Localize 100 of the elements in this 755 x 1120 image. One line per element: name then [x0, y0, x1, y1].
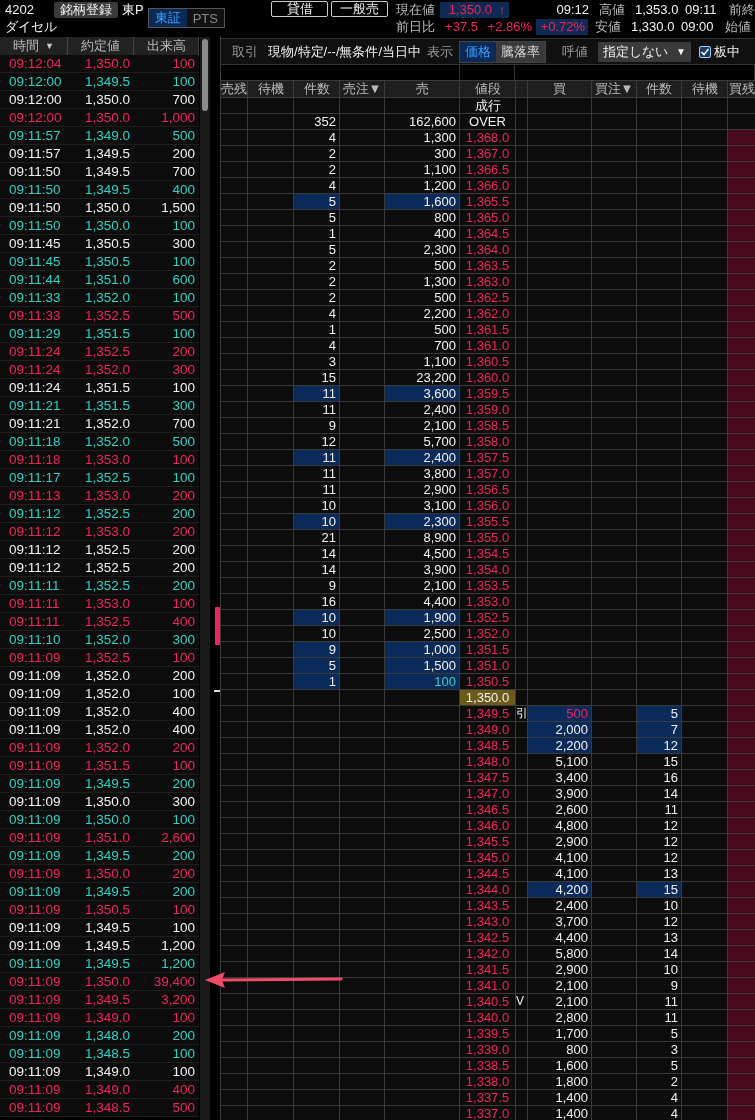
table-cell-text: 09:11:09	[8, 686, 62, 701]
table-cell-text: 1,350.0	[83, 110, 131, 125]
column-header[interactable]: 出来高	[146, 37, 186, 55]
table-cell-text: 100	[171, 380, 196, 395]
shade-cell	[728, 754, 755, 770]
table-cell-text: 200	[171, 740, 196, 755]
table-cell-text: 200	[171, 506, 196, 521]
shade-cell	[728, 1026, 755, 1042]
column-header[interactable]: 約定値	[81, 37, 120, 55]
table-cell-text: 09:12:00	[8, 110, 63, 125]
shade-cell	[728, 178, 755, 194]
shade-cell	[728, 866, 755, 882]
table-cell-text: 200	[171, 542, 196, 557]
market-tab[interactable]: 東証	[148, 9, 187, 27]
table-cell-text: 100	[171, 326, 196, 341]
table-cell-text: 100	[171, 902, 196, 917]
order-button[interactable]: 貸借	[271, 1, 328, 17]
high-time: 09:11	[685, 1, 718, 18]
shade-cell	[728, 386, 755, 402]
stock-name: ダイセル	[4, 18, 57, 35]
table-cell-text: 1,352.0	[83, 704, 131, 719]
register-button[interactable]: 銘柄登録	[54, 1, 118, 18]
column-header[interactable]: 時間	[13, 37, 40, 55]
table-cell-text: 1,352.0	[83, 740, 131, 755]
table-cell-text: 09:11:17	[8, 470, 62, 485]
checkbox-label[interactable]: 板中	[714, 43, 740, 60]
table-cell-text: 100	[171, 254, 196, 269]
table-cell-text: 1,351.0	[83, 272, 131, 287]
table-cell-text: 1,353.0	[83, 488, 131, 503]
table-cell-text: 200	[171, 146, 196, 161]
table-cell-text: 200	[171, 866, 196, 881]
quote-label: 高値	[599, 1, 626, 18]
table-cell-text: 400	[171, 614, 196, 629]
table-cell-text: 09:11:18	[8, 434, 62, 449]
table-cell: 2,000	[528, 722, 592, 738]
shade-cell	[728, 690, 755, 706]
tick-select[interactable]: 指定しない ▼	[598, 41, 691, 62]
shade-cell	[728, 642, 755, 658]
table-cell-text: 09:11:24	[8, 380, 62, 395]
shade-cell	[728, 466, 755, 482]
table-cell-text: 700	[171, 416, 196, 431]
caret-icon[interactable]: ▼	[676, 46, 686, 57]
table-cell-text: 200	[171, 848, 196, 863]
center-checkbox[interactable]	[699, 45, 711, 58]
table-cell-text: 500	[171, 308, 196, 323]
table-cell-text: 200	[171, 344, 196, 359]
table-cell-text: 300	[171, 794, 196, 809]
display-tab[interactable]: 騰落率	[496, 41, 546, 62]
trade-label: 取引	[232, 43, 258, 60]
shade-cell	[728, 706, 755, 722]
low-price: 1,330.0	[631, 18, 676, 35]
table-cell-text: 100	[171, 686, 196, 701]
table-cell-text: 09:11:21	[8, 398, 62, 413]
table-cell: 4,200	[528, 882, 592, 898]
table-cell-text: 1,352.0	[83, 668, 131, 683]
table-cell: 5	[294, 194, 340, 210]
table-cell-text: 09:11:12	[8, 506, 62, 521]
table-cell-text: 200	[171, 776, 196, 791]
scrollbar[interactable]	[200, 37, 210, 1120]
table-cell-text: 09:11:09	[8, 848, 62, 863]
table-cell-text: 100	[171, 218, 196, 233]
quantity-text: 500	[566, 706, 588, 721]
market-tab[interactable]: PTS	[186, 9, 224, 27]
shade-cell	[728, 818, 755, 834]
table-cell-text: 2,600	[160, 830, 196, 845]
table-cell-text: 3,200	[160, 992, 196, 1007]
shade-cell	[728, 146, 755, 162]
table-cell-text: 1,349.0	[83, 128, 131, 143]
shade-cell	[728, 130, 755, 146]
quantity-text: 100	[434, 674, 456, 689]
quote-label: 始値	[725, 18, 751, 35]
table-cell-text: 1,352.5	[83, 344, 131, 359]
table-cell-text: 1,350.5	[83, 236, 131, 251]
table-cell-text: 1,349.5	[83, 776, 131, 791]
table-cell-text: 100	[171, 452, 196, 467]
table-cell-text: 1,351.0	[83, 830, 131, 845]
shade-cell	[728, 306, 755, 322]
table-cell-text: 09:11:44	[8, 272, 62, 287]
shade-cell	[728, 290, 755, 306]
table-cell: 10	[294, 514, 340, 530]
table-cell-text: 09:11:57	[8, 128, 62, 143]
shade-cell	[728, 914, 755, 930]
table-cell-text: 09:11:29	[8, 326, 62, 341]
change-percent: +2.86%	[486, 18, 532, 35]
table-cell-text: 09:11:57	[8, 146, 62, 161]
order-button[interactable]: 一般売	[331, 1, 388, 17]
table-cell-text: 09:11:24	[8, 362, 62, 377]
shade-cell	[728, 370, 755, 386]
table-cell-text: 09:11:11	[8, 596, 61, 611]
table-cell-text: 1,349.5	[83, 182, 131, 197]
price-cell: 1,350.0	[460, 690, 516, 706]
table-cell: 1,900	[385, 610, 460, 626]
table-cell-text: 200	[171, 1028, 196, 1043]
display-tab[interactable]: 価格	[460, 41, 497, 62]
table-cell-text: 09:11:12	[8, 560, 62, 575]
table-cell-text: 09:11:09	[8, 830, 62, 845]
sort-icon[interactable]: ▼	[45, 41, 54, 51]
scroll-thumb[interactable]	[202, 39, 208, 111]
table-cell-text: 200	[171, 560, 196, 575]
table-cell-text: 09:11:09	[8, 1046, 62, 1061]
